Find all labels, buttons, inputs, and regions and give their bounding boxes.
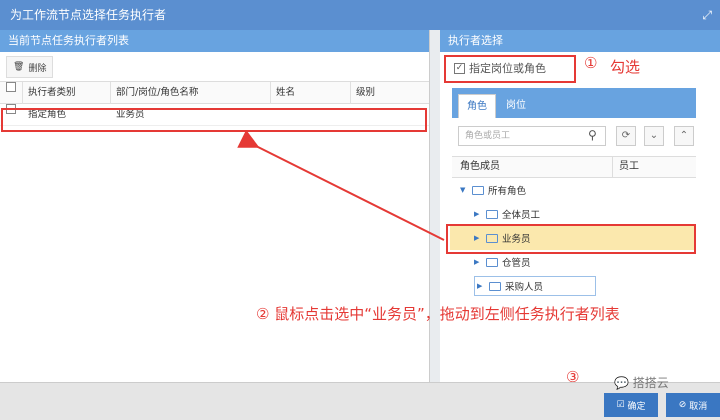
watermark: 💬 搭搭云 [614,374,669,391]
ok-button[interactable]: ☑ 确定 [604,393,658,417]
cancel-label: 取消 [689,401,708,412]
chat-icon: 💬 [614,376,629,390]
cancel-button[interactable]: ⊘ 取消 [666,393,720,417]
ok-label: 确定 [627,401,646,412]
check-icon: ☑ [616,400,625,410]
drag-arrow [237,129,445,241]
cancel-icon: ⊘ [678,400,687,410]
watermark-label: 搭搭云 [632,376,669,390]
